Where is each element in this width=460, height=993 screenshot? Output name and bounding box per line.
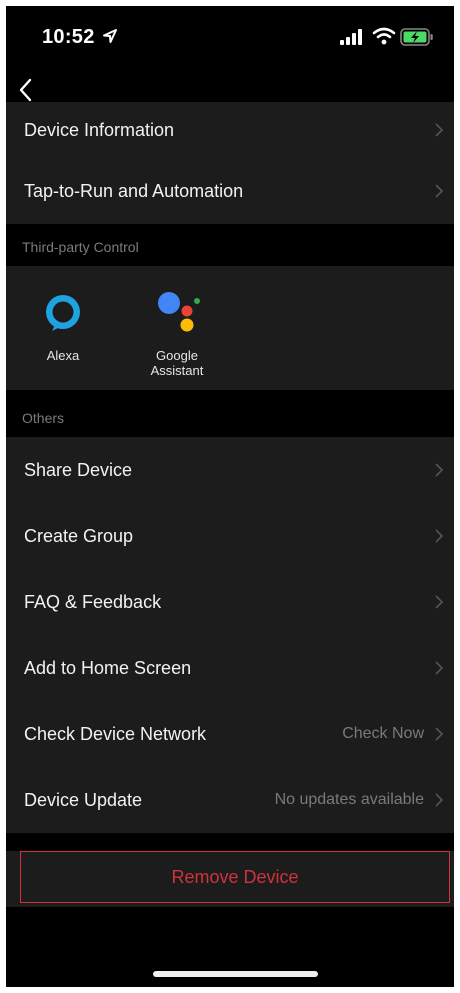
cellular-signal-icon xyxy=(340,29,362,45)
status-bar: 10:52 xyxy=(6,6,454,68)
chevron-right-icon xyxy=(435,529,444,543)
wifi-icon xyxy=(372,27,396,45)
google-assistant-label: Google Assistant xyxy=(150,348,204,378)
chevron-right-icon xyxy=(435,595,444,609)
section-title-third-party: Third-party Control xyxy=(22,239,139,255)
row-value: No updates available xyxy=(274,791,424,808)
section-title-others: Others xyxy=(22,410,65,426)
row-value: Check Now xyxy=(342,725,424,742)
chevron-right-icon xyxy=(435,123,444,137)
chevron-right-icon xyxy=(435,727,444,741)
row-faq-feedback[interactable]: FAQ & Feedback xyxy=(6,569,454,635)
row-add-to-home-screen[interactable]: Add to Home Screen xyxy=(6,635,454,701)
chevron-right-icon xyxy=(435,793,444,807)
row-label: Device Information xyxy=(24,119,175,140)
others-group: Share Device Create Group FAQ & Feedback… xyxy=(6,437,454,833)
device-settings-group: Device Information Tap-to-Run and Automa… xyxy=(6,102,454,224)
row-label: Share Device xyxy=(24,459,133,480)
remove-device-label: Remove Device xyxy=(171,866,299,887)
row-label: Add to Home Screen xyxy=(24,657,192,678)
location-arrow-icon xyxy=(103,29,117,43)
remove-device-container: Remove Device xyxy=(6,851,454,907)
remove-device-button[interactable]: Remove Device xyxy=(20,851,450,903)
row-label: Device Update xyxy=(24,789,143,810)
battery-charging-icon xyxy=(400,28,433,46)
status-time: 10:52 xyxy=(42,26,95,48)
screen: 10:52 Device Information Tap-to-Run and … xyxy=(6,6,454,987)
back-chevron-icon[interactable] xyxy=(16,76,36,104)
google-assistant-icon xyxy=(158,292,200,332)
row-create-group[interactable]: Create Group xyxy=(6,503,454,569)
row-device-update[interactable]: Device Update No updates available xyxy=(6,767,454,833)
home-indicator[interactable] xyxy=(153,971,318,977)
alexa-label: Alexa xyxy=(46,348,80,363)
row-device-information[interactable]: Device Information xyxy=(6,102,454,158)
third-party-google-assistant[interactable]: Google Assistant xyxy=(120,266,234,390)
third-party-group: Alexa Google Assistant xyxy=(6,266,454,390)
third-party-alexa[interactable]: Alexa xyxy=(6,266,120,390)
row-check-device-network[interactable]: Check Device Network Check Now xyxy=(6,701,454,767)
chevron-right-icon xyxy=(435,661,444,675)
row-label: FAQ & Feedback xyxy=(24,591,162,612)
row-label: Tap-to-Run and Automation xyxy=(24,180,244,201)
chevron-right-icon xyxy=(435,184,444,198)
row-label: Check Device Network xyxy=(24,723,207,744)
alexa-icon xyxy=(46,295,80,331)
chevron-right-icon xyxy=(435,463,444,477)
row-label: Create Group xyxy=(24,525,134,546)
row-share-device[interactable]: Share Device xyxy=(6,437,454,503)
row-tap-to-run[interactable]: Tap-to-Run and Automation xyxy=(6,158,454,224)
